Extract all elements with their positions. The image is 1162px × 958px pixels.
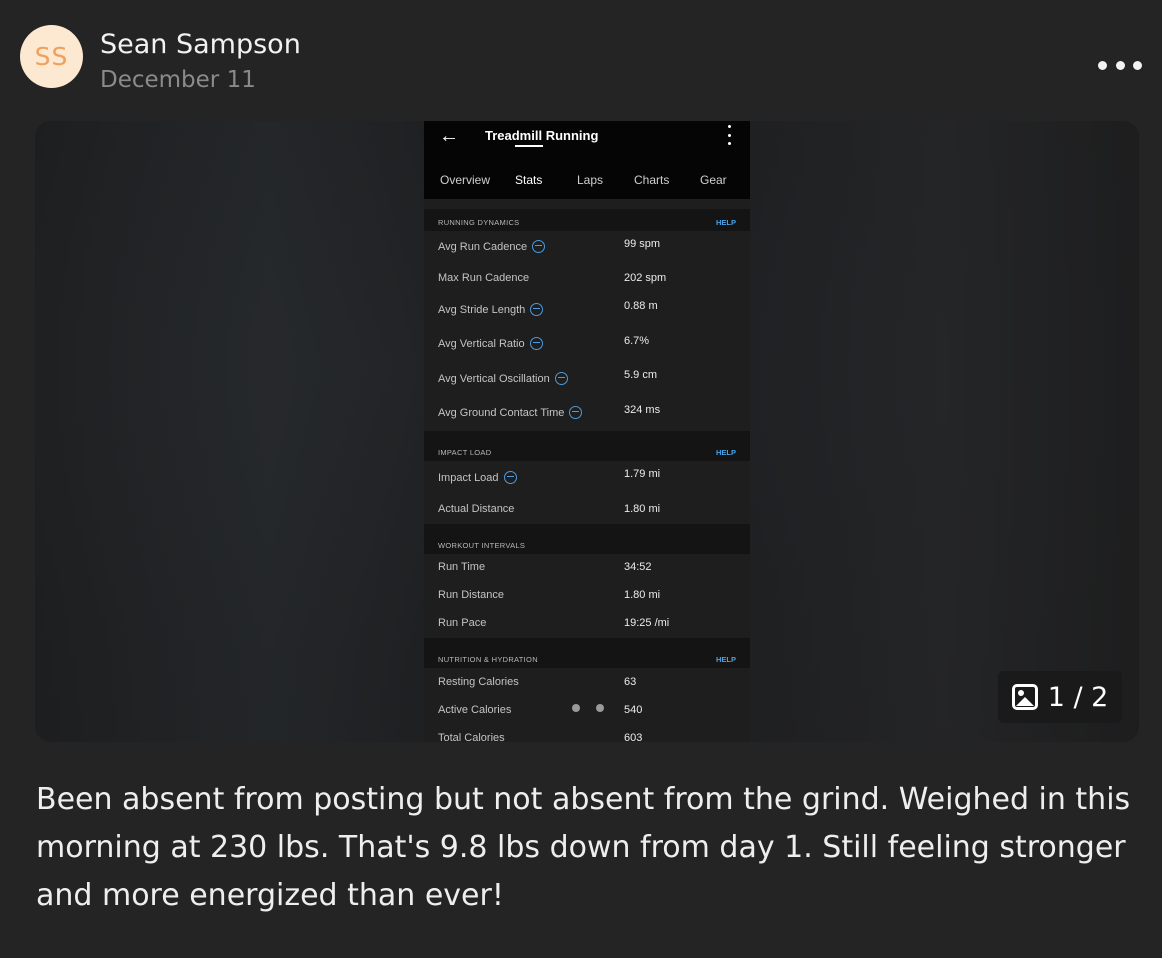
stat-label: Avg Vertical Oscillation — [438, 372, 568, 385]
activity-info-icon — [554, 372, 568, 385]
media-carousel[interactable]: ← Treadmill Running Overview Stats Laps … — [35, 121, 1139, 742]
stat-label: Total Calories — [438, 732, 505, 742]
help-link: HELP — [715, 218, 736, 227]
author-name[interactable]: Sean Sampson — [100, 29, 301, 60]
stat-label: Avg Stride Length — [438, 303, 544, 316]
avatar[interactable]: SS — [20, 25, 83, 88]
stat-value: 63 — [624, 676, 637, 688]
tab-charts: Charts — [634, 173, 670, 187]
stat-value: 603 — [624, 732, 643, 742]
blurred-backdrop-right — [749, 121, 1139, 742]
carousel-pager-dots[interactable] — [572, 704, 604, 712]
activity-info-icon — [503, 471, 517, 484]
activity-info-icon — [532, 240, 546, 253]
blurred-backdrop-left — [35, 121, 425, 742]
section-header-nutrition: NUTRITION & HYDRATION HELP — [424, 638, 750, 668]
section-title: IMPACT LOAD — [438, 448, 492, 457]
stat-value: 1.79 mi — [624, 468, 661, 480]
section-header-running-dynamics: RUNNING DYNAMICS HELP — [424, 209, 750, 231]
stat-value: 324 ms — [624, 404, 661, 416]
stat-label: Avg Ground Contact Time — [438, 406, 583, 419]
stat-label: Run Distance — [438, 589, 505, 601]
more-vertical-icon — [726, 125, 732, 145]
section-title: NUTRITION & HYDRATION — [438, 655, 538, 664]
screenshot-tabs: Overview Stats Laps Charts Gear — [424, 173, 750, 195]
help-link: HELP — [715, 655, 736, 664]
section-title: WORKOUT INTERVALS — [438, 541, 526, 550]
stat-value: 99 spm — [624, 238, 661, 250]
stat-label: Max Run Cadence — [438, 272, 530, 284]
activity-info-icon — [529, 337, 543, 350]
stat-label: Run Pace — [438, 617, 487, 629]
stat-label: Run Time — [438, 561, 486, 573]
section-title: RUNNING DYNAMICS — [438, 218, 520, 227]
stat-label: Actual Distance — [438, 503, 515, 515]
arrow-left-icon: ← — [439, 125, 459, 147]
activity-info-icon — [569, 406, 583, 419]
section-header-workout-intervals: WORKOUT INTERVALS — [424, 524, 750, 554]
tab-gear: Gear — [700, 173, 727, 187]
post-date: December 11 — [100, 67, 256, 93]
stat-label: Resting Calories — [438, 676, 519, 688]
stat-value: 1.80 mi — [624, 589, 661, 601]
screenshot-title: Treadmill Running — [485, 128, 599, 143]
tab-overview: Overview — [440, 173, 491, 187]
activity-screenshot: ← Treadmill Running Overview Stats Laps … — [424, 121, 750, 742]
stat-value: 19:25 /mi — [624, 617, 670, 629]
more-options-icon[interactable] — [1098, 52, 1142, 78]
stat-value: 0.88 m — [624, 300, 658, 312]
section-header-impact-load: IMPACT LOAD HELP — [424, 431, 750, 461]
tab-stats: Stats — [515, 173, 543, 187]
stat-label: Avg Vertical Ratio — [438, 337, 543, 350]
activity-info-icon — [530, 303, 544, 316]
stat-label: Impact Load — [438, 471, 517, 484]
tab-laps: Laps — [577, 173, 604, 187]
stat-value: 1.80 mi — [624, 503, 661, 515]
active-tab-indicator — [515, 145, 543, 147]
stat-label: Active Calories — [438, 704, 512, 716]
post-caption: Been absent from posting but not absent … — [36, 782, 1131, 913]
stat-label: Avg Run Cadence — [438, 240, 546, 253]
avatar-initials: SS — [34, 42, 69, 71]
stat-value: 5.9 cm — [624, 369, 658, 381]
stat-value: 34:52 — [624, 561, 652, 573]
media-counter: 1 / 2 — [998, 671, 1122, 723]
screenshot-header: ← Treadmill Running Overview Stats Laps … — [424, 121, 750, 199]
stat-value: 6.7% — [624, 335, 650, 347]
stat-value: 540 — [624, 704, 643, 716]
help-link: HELP — [715, 448, 736, 457]
image-icon — [1011, 684, 1038, 710]
stat-value: 202 spm — [624, 272, 667, 284]
media-counter-text: 1 / 2 — [1047, 681, 1109, 713]
